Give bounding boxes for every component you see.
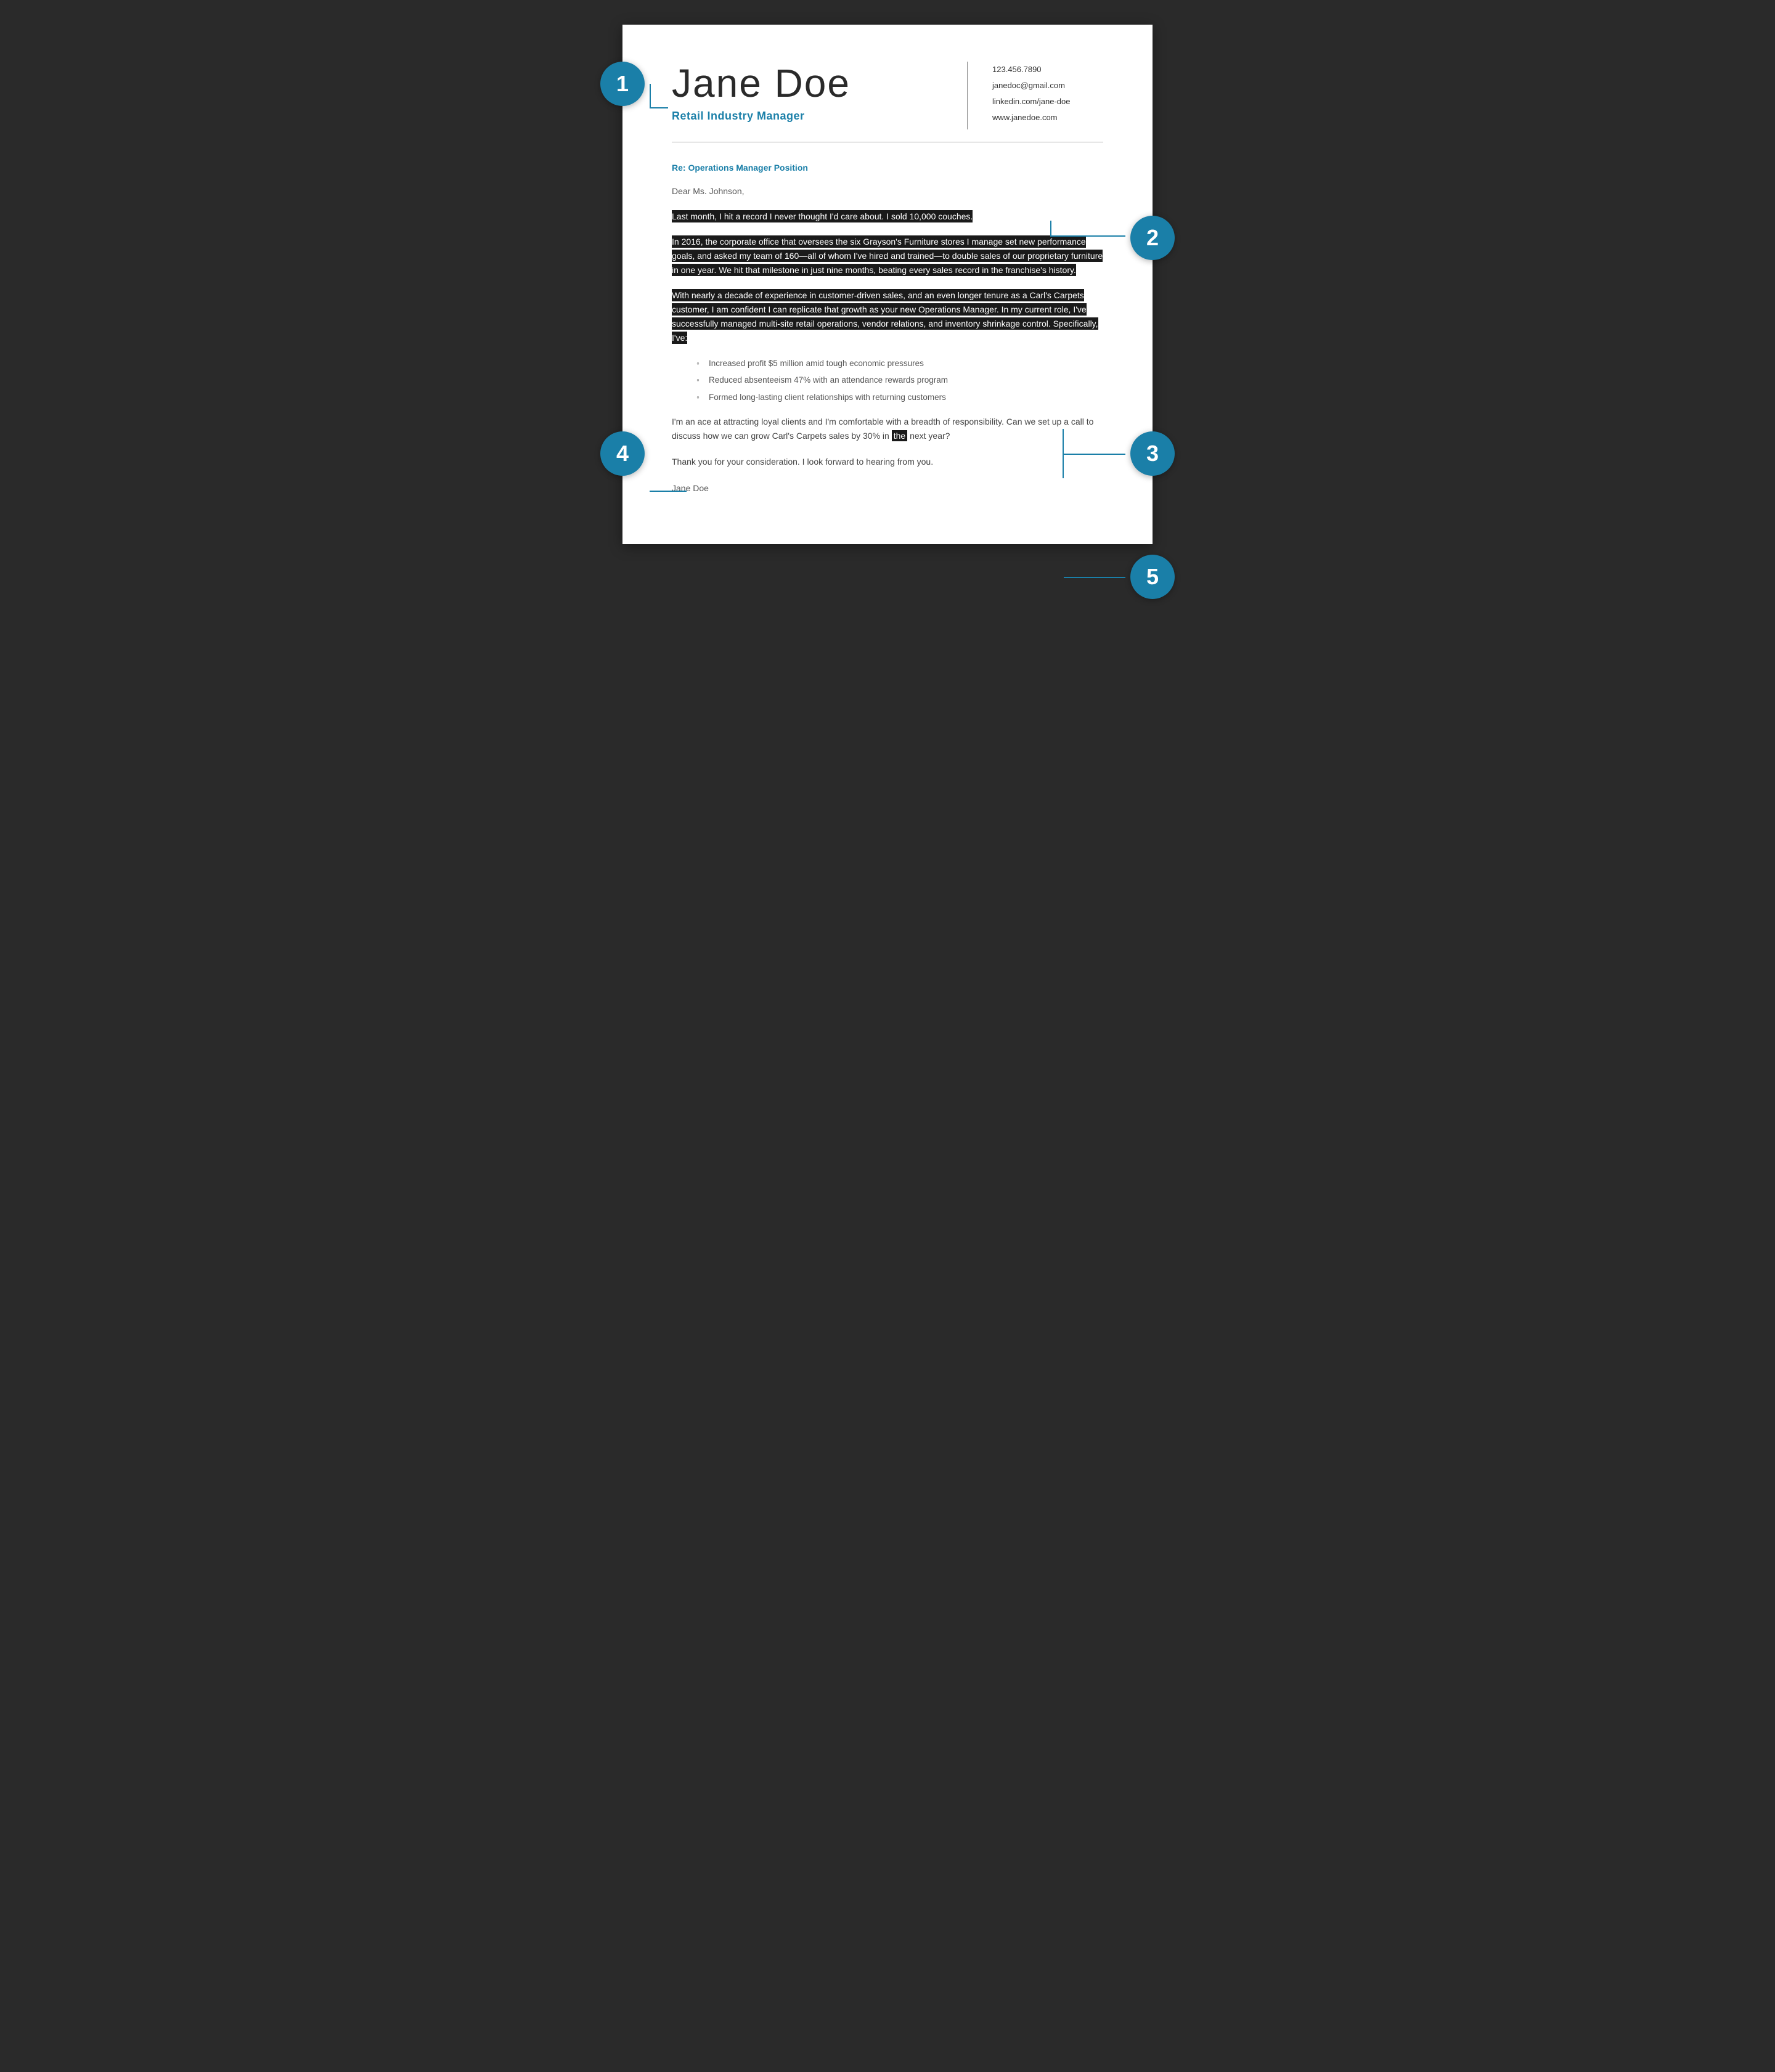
re-line: Re: Operations Manager Position: [672, 161, 1103, 174]
salutation: Dear Ms. Johnson,: [672, 184, 1103, 198]
header-divider: [967, 62, 968, 129]
closing-line: Thank you for your consideration. I look…: [672, 455, 1103, 469]
bracket-2-h: [1051, 235, 1125, 237]
paragraph-1: Last month, I hit a record I never thoug…: [672, 210, 1103, 224]
header: Jane Doe Retail Industry Manager 123.456…: [672, 62, 1103, 129]
bullet-item-2: Reduced absenteeism 47% with an attendan…: [696, 373, 1103, 387]
applicant-name: Jane Doe: [672, 62, 942, 105]
bullet-item-1: Increased profit $5 million amid tough e…: [696, 357, 1103, 370]
bracket-5-h: [1064, 577, 1125, 578]
annotation-5: 5: [1130, 555, 1175, 599]
phone: 123.456.7890: [992, 62, 1103, 78]
paragraph-4-highlight: the: [892, 430, 907, 441]
paragraph-4-start: I'm an ace at attracting loyal clients a…: [672, 417, 1093, 441]
letter-body: Re: Operations Manager Position Dear Ms.…: [672, 161, 1103, 495]
annotation-3: 3: [1130, 431, 1175, 476]
annotation-1: 1: [600, 62, 645, 106]
paragraph-4: I'm an ace at attracting loyal clients a…: [672, 415, 1103, 443]
job-title: Retail Industry Manager: [672, 110, 942, 123]
paragraph-1-text: Last month, I hit a record I never thoug…: [672, 210, 973, 222]
paragraph-2: In 2016, the corporate office that overs…: [672, 235, 1103, 277]
bracket-1-h: [650, 107, 668, 108]
paragraph-2-text: In 2016, the corporate office that overs…: [672, 235, 1103, 276]
annotation-4: 4: [600, 431, 645, 476]
paragraph-3-text: With nearly a decade of experience in cu…: [672, 289, 1098, 344]
document: Jane Doe Retail Industry Manager 123.456…: [622, 25, 1153, 544]
email: janedoc@gmail.com: [992, 78, 1103, 94]
paragraph-3: With nearly a decade of experience in cu…: [672, 288, 1103, 345]
bracket-1-v: [650, 84, 651, 108]
signature: Jane Doe: [672, 481, 1103, 495]
bracket-3-v-top: [1063, 429, 1064, 455]
bracket-3-h: [1064, 454, 1125, 455]
website: www.janedoe.com: [992, 110, 1103, 126]
paragraph-4-end: next year?: [910, 431, 950, 441]
bracket-4-h: [650, 491, 687, 492]
bracket-3-v-bot: [1063, 454, 1064, 478]
bullet-list: Increased profit $5 million amid tough e…: [696, 357, 1103, 404]
bullet-item-3: Formed long-lasting client relationships…: [696, 391, 1103, 404]
annotation-2: 2: [1130, 216, 1175, 260]
contact-info: 123.456.7890 janedoc@gmail.com linkedin.…: [992, 62, 1103, 126]
header-left: Jane Doe Retail Industry Manager: [672, 62, 942, 123]
linkedin: linkedin.com/jane-doe: [992, 94, 1103, 110]
page-wrapper: 1 2 3 4 5 Jane Doe Retail Industry Manag…: [622, 25, 1153, 544]
bracket-2-v-top: [1050, 221, 1051, 237]
